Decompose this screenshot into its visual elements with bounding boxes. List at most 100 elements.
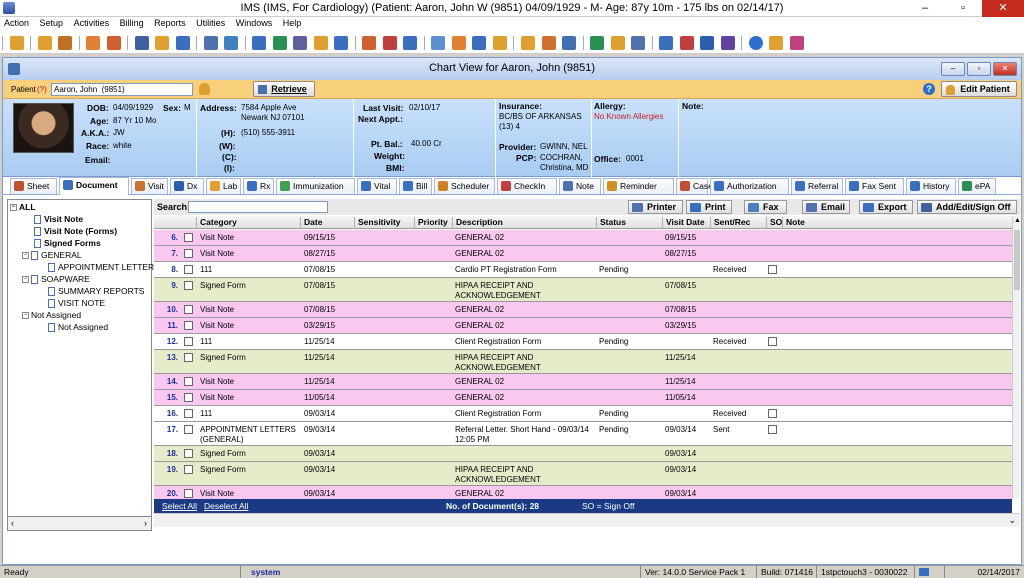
tab-scheduler[interactable]: Scheduler [434,178,495,194]
table-row[interactable]: 19. Signed Form 09/03/14 HIPAA RECEIPT AND … [154,462,1012,486]
row-checkbox[interactable] [184,449,193,458]
menu-help[interactable]: Help [279,17,306,29]
patient-help-link[interactable]: (?) [37,85,47,94]
billing-icon[interactable] [272,36,287,50]
chart-icon[interactable] [134,36,149,50]
tab-visit[interactable]: Visit [131,178,168,194]
collapse-icon[interactable]: − [10,204,17,212]
claims-icon[interactable] [334,36,349,50]
chart-minimize-button[interactable]: – [941,62,965,76]
menu-windows[interactable]: Windows [232,17,277,29]
row-checkbox[interactable] [184,321,193,330]
column-header-category[interactable]: Category [196,217,300,229]
mail-icon[interactable] [492,36,507,50]
money-icon[interactable] [252,36,267,50]
row-checkbox[interactable] [184,393,193,402]
scheduler-icon[interactable] [86,36,101,50]
list-icon[interactable] [403,36,418,50]
tree-node-not-assigned-child[interactable]: Not Assigned [48,322,108,333]
menu-billing[interactable]: Billing [116,17,148,29]
row-checkbox[interactable] [184,465,193,474]
tab-authorization[interactable]: Authorization [710,178,789,194]
column-header-visit-date[interactable]: Visit Date [662,217,710,229]
export-button[interactable]: Export [859,200,913,214]
tree-node-visit-note-soapware[interactable]: VISIT NOTE [48,298,105,309]
tree-node-summary-reports[interactable]: SUMMARY REPORTS [48,286,144,297]
chart-close-button[interactable]: ✕ [993,62,1017,76]
scroll-up-icon[interactable]: ▲ [1014,217,1021,224]
fax-button[interactable]: Fax [744,200,787,214]
table-row[interactable]: 18. Signed Form 09/03/14 09/03/14 [154,446,1012,462]
window-icon[interactable] [562,36,577,50]
menu-activities[interactable]: Activities [70,17,114,29]
tools-icon[interactable] [382,36,397,50]
graph-icon[interactable] [590,36,605,50]
column-header-priority[interactable]: Priority [414,217,452,229]
close-button[interactable]: ✕ [982,0,1024,17]
table-row[interactable]: 13. Signed Form 11/25/14 HIPAA RECEIPT AND … [154,350,1012,374]
select-all-link[interactable]: Select All [162,501,197,511]
tab-referral[interactable]: Referral [791,178,843,194]
row-checkbox[interactable] [184,249,193,258]
sign-off-checkbox[interactable] [768,425,777,434]
print-button[interactable]: Print [686,200,732,214]
row-checkbox[interactable] [184,337,193,346]
table-row[interactable]: 15. Visit Note 11/05/14 GENERAL 02 11/05/14 [154,390,1012,406]
table-row[interactable]: 14. Visit Note 11/25/14 GENERAL 02 11/25/14 [154,374,1012,390]
retrieve-button[interactable]: Retrieve [253,81,315,97]
menu-action[interactable]: Action [0,17,33,29]
lab-icon[interactable] [155,36,170,50]
search-input[interactable] [188,201,328,213]
row-checkbox[interactable] [184,425,193,434]
scroll-right-icon[interactable]: › [144,518,147,528]
column-header-note[interactable]: Note [782,217,1012,229]
help-icon[interactable]: ? [923,83,935,95]
sign-off-checkbox[interactable] [768,337,777,346]
tab-checkin[interactable]: CheckIn [497,178,557,194]
tab-epa[interactable]: ePA [958,178,996,194]
document-icon[interactable] [224,36,239,50]
user-icon[interactable] [37,36,52,50]
column-header-description[interactable]: Description [452,217,596,229]
column-header-so[interactable]: SO [766,217,782,229]
row-checkbox[interactable] [184,305,193,314]
grid-vertical-scrollbar[interactable]: ▲ [1012,216,1021,499]
row-checkbox[interactable] [184,353,193,362]
tab-case[interactable]: Case [676,178,713,194]
tree-node-appointment-letter[interactable]: APPOINTMENT LETTER [48,262,154,273]
form-edit-icon[interactable] [720,36,735,50]
lock-icon[interactable] [769,36,784,50]
payment-icon[interactable] [313,36,328,50]
help-icon[interactable] [748,36,763,50]
tab-note[interactable]: Note [559,178,601,194]
sync-icon[interactable] [659,36,674,50]
calendar-icon[interactable] [106,36,121,50]
family-icon[interactable] [58,36,73,50]
exit-icon[interactable] [789,36,804,50]
tab-vital[interactable]: Vital [357,178,397,194]
menu-utilities[interactable]: Utilities [192,17,229,29]
row-checkbox[interactable] [184,409,193,418]
tab-dx[interactable]: Dx [170,178,204,194]
chart-restore-button[interactable]: ▫ [967,62,991,76]
add-edit-sign-off-button[interactable]: Add/Edit/Sign Off [917,200,1017,214]
collapse-icon[interactable]: − [22,276,29,284]
scroll-down-icon[interactable]: ⌄ [1008,515,1016,526]
row-checkbox[interactable] [184,233,193,242]
patient-lookup-icon[interactable] [199,83,210,95]
patient-input[interactable] [51,83,193,96]
table-row[interactable]: 6. Visit Note 09/15/15 GENERAL 02 09/15/15 [154,230,1012,246]
row-checkbox[interactable] [184,489,193,498]
arrows-icon[interactable] [679,36,694,50]
building-icon[interactable] [293,36,308,50]
form-icon[interactable] [203,36,218,50]
tab-history[interactable]: History [906,178,956,194]
folder-open-icon[interactable] [541,36,556,50]
table-row[interactable]: 20. Visit Note 09/03/14 GENERAL 02 09/03/14 [154,486,1012,499]
sign-off-checkbox[interactable] [768,265,777,274]
column-header-sent-rec[interactable]: Sent/Rec [710,217,766,229]
tab-rx[interactable]: Rx [243,178,274,194]
print-icon[interactable] [631,36,646,50]
tree-node-visit-note[interactable]: Visit Note [34,214,83,225]
tree-node-soapware[interactable]: − SOAPWARE [22,274,90,285]
